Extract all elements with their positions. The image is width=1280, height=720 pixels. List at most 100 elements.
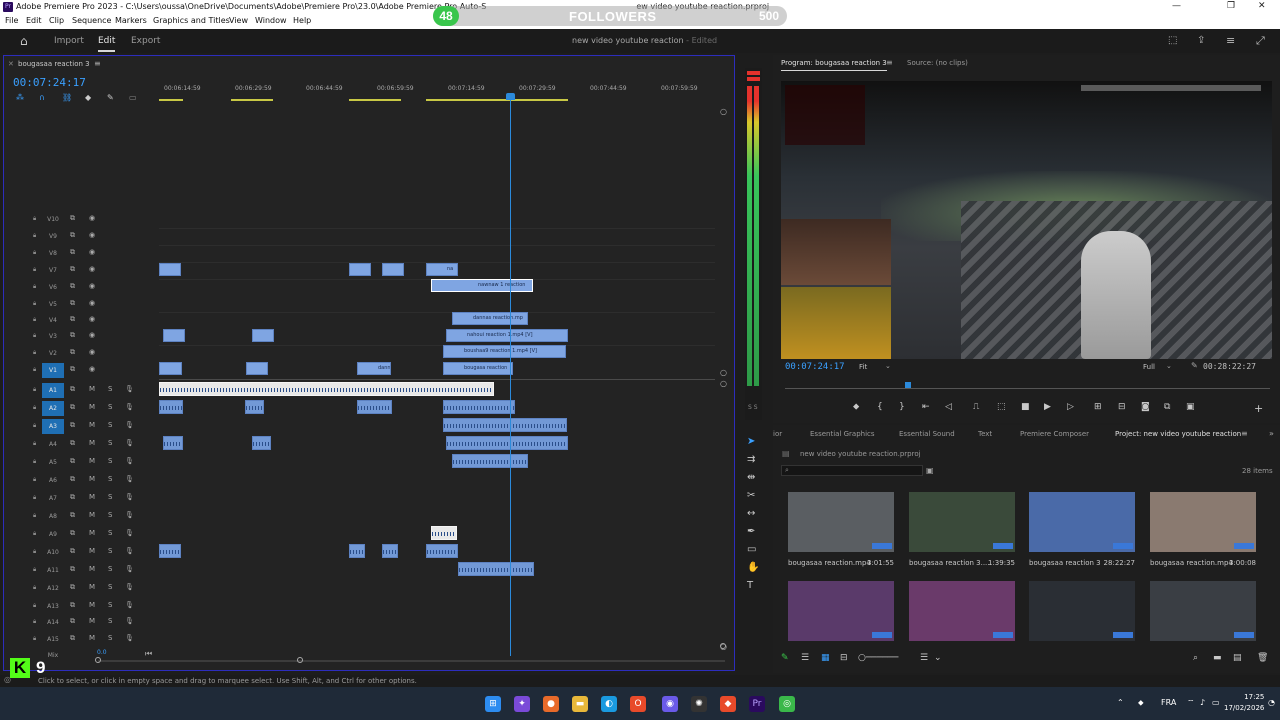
wrench-icon[interactable]: ✎ [107, 93, 114, 102]
solo-button[interactable]: S [108, 421, 112, 429]
sync-lock-icon[interactable]: ⧉ [70, 282, 75, 291]
lock-icon[interactable]: 🔒︎ [33, 458, 36, 466]
taskbar-clock[interactable]: 17:25 17/02/2026 [1224, 692, 1264, 714]
scroll-start-handle[interactable] [95, 657, 101, 663]
lock-icon[interactable]: 🔒︎ [33, 494, 36, 502]
mute-button[interactable]: M [89, 403, 95, 411]
add-marker-icon[interactable]: ⬥ [853, 402, 859, 412]
video-clip[interactable]: boushaa9 reaction 1.mp4 [V] [443, 345, 566, 358]
solo-button[interactable]: S [108, 475, 112, 483]
track-header-v8[interactable]: 🔒︎ V8 ⧉ ◉ [3, 245, 155, 262]
scroll-handle-icon[interactable]: ○ [720, 368, 727, 377]
chevron-down-icon[interactable]: ⌄ [885, 362, 891, 370]
audio-clip-selected[interactable] [159, 382, 494, 396]
overwrite-icon[interactable]: ⊟ [1118, 402, 1126, 412]
close-button[interactable]: ✕ [1258, 1, 1266, 11]
video-clip-selected[interactable]: nawnaw 1 reaction [431, 279, 533, 292]
video-clip[interactable] [382, 263, 404, 276]
nest-icon[interactable]: ⁂ [16, 93, 24, 102]
tab-essential-graphics[interactable]: Essential Graphics [810, 430, 875, 438]
icon-view-icon[interactable]: ▦ [821, 653, 830, 663]
solo-button[interactable]: S [108, 565, 112, 573]
chevron-down-icon[interactable]: ⌄ [934, 653, 942, 663]
maximize-button[interactable]: ❐ [1227, 1, 1235, 11]
track-header-v2[interactable]: 🔒︎ V2 ⧉ ◉ [3, 345, 155, 362]
slip-tool-icon[interactable]: ↔ [747, 508, 755, 519]
sync-lock-icon[interactable]: ⧉ [70, 331, 75, 340]
writable-pencil-icon[interactable]: ✎ [781, 653, 789, 663]
sync-lock-icon[interactable]: ⧉ [70, 403, 75, 412]
mute-button[interactable]: M [89, 565, 95, 573]
lock-icon[interactable]: 🔒︎ [33, 332, 36, 340]
audio-clip[interactable] [458, 562, 534, 576]
sync-lock-icon[interactable]: ⧉ [70, 529, 75, 538]
lock-icon[interactable]: 🔒︎ [33, 618, 36, 626]
thumbnail-name[interactable]: bougasaa reaction 3.... [909, 559, 990, 567]
panel-menu-icon[interactable]: ≡ [886, 58, 893, 67]
lock-icon[interactable]: 🔒︎ [33, 266, 36, 274]
microphone-icon[interactable]: 🎙︎ [125, 565, 134, 573]
sync-lock-icon[interactable]: ⧉ [70, 248, 75, 257]
track-header-a5[interactable]: 🔒︎ A5 ⧉ M S 🎙︎ [3, 454, 155, 471]
solo-button[interactable]: S [108, 547, 112, 555]
video-clip[interactable] [159, 263, 181, 276]
track-header-a1[interactable]: 🔒︎ A1 ⧉ M S 🎙︎ [3, 382, 155, 399]
mute-button[interactable]: M [89, 529, 95, 537]
notifications-icon[interactable]: ◔ [1268, 698, 1275, 707]
sync-lock-icon[interactable]: ⧉ [70, 385, 75, 394]
mute-button[interactable]: M [89, 385, 95, 393]
mute-button[interactable]: M [89, 511, 95, 519]
audio-clip[interactable] [426, 544, 458, 558]
mute-button[interactable]: M [89, 475, 95, 483]
audio-clip[interactable] [443, 400, 515, 414]
add-marker-icon[interactable]: ◆ [85, 93, 91, 102]
find-icon[interactable]: ⌕ [1193, 653, 1198, 663]
sync-lock-icon[interactable]: ⧉ [70, 617, 75, 626]
fullscreen-icon[interactable]: ⤢ [1256, 34, 1265, 48]
solo-button[interactable]: S [108, 601, 112, 609]
trash-icon[interactable]: 🗑︎ [1257, 653, 1268, 663]
file-explorer-icon[interactable]: ▬ [572, 696, 588, 712]
solo-button[interactable]: S [108, 583, 112, 591]
sequence-tab[interactable]: bougasaa reaction 3 [18, 60, 90, 68]
lock-icon[interactable]: 🔒︎ [33, 386, 36, 394]
track-header-a8[interactable]: 🔒︎ A8 ⧉ M S 🎙︎ [3, 508, 155, 525]
track-header-a14[interactable]: 🔒︎ A14 ⧉ M S 🎙︎ [3, 614, 155, 631]
hand-tool-icon[interactable]: ✋ [747, 562, 759, 573]
track-header-a3[interactable]: 🔒︎ A3 ⧉ M S 🎙︎ [3, 418, 155, 435]
sync-lock-icon[interactable]: ⧉ [70, 601, 75, 610]
edge-icon[interactable]: ◐ [601, 696, 617, 712]
tray-overflow-icon[interactable]: ⌃ [1117, 698, 1124, 707]
tab-export[interactable]: Export [131, 36, 160, 46]
video-clip[interactable]: na [426, 263, 458, 276]
mute-button[interactable]: M [89, 493, 95, 501]
lock-icon[interactable]: 🔒︎ [33, 584, 36, 592]
microphone-icon[interactable]: 🎙︎ [125, 439, 134, 447]
tab-import[interactable]: Import [54, 36, 84, 46]
video-clip[interactable]: bougasa reaction [443, 362, 513, 375]
project-thumbnail[interactable] [1029, 581, 1135, 641]
sort-icon[interactable]: ☰ [920, 653, 928, 663]
type-tool-icon[interactable]: T [747, 580, 753, 591]
tab-project[interactable]: Project: new video youtube reaction [1115, 430, 1241, 438]
new-bin-footer-icon[interactable]: ▬ [1213, 653, 1222, 663]
track-header-v3[interactable]: 🔒︎ V3 ⧉ ◉ [3, 328, 155, 345]
timeline-horizontal-scrollbar[interactable] [98, 660, 725, 662]
solo-button[interactable]: S [108, 439, 112, 447]
thumbnail-size-slider[interactable]: ○────── [858, 653, 898, 663]
track-header-v5[interactable]: 🔒︎ V5 ⧉ ◉ [3, 296, 155, 313]
mix-value[interactable]: 0.0 [97, 649, 107, 656]
copilot-icon[interactable]: ✦ [514, 696, 530, 712]
menu-markers[interactable]: Markers [115, 16, 147, 25]
eye-icon[interactable]: ◉ [89, 299, 95, 307]
scroll-end-handle[interactable] [297, 657, 303, 663]
track-header-a15[interactable]: 🔒︎ A15 ⧉ M S 🎙︎ [3, 631, 155, 648]
tab-premiere-composer[interactable]: Premiere Composer [1020, 430, 1089, 438]
freeform-view-icon[interactable]: ⊟ [840, 653, 848, 663]
mute-button[interactable]: M [89, 547, 95, 555]
microphone-icon[interactable]: 🎙︎ [125, 493, 134, 501]
mark-out-icon[interactable]: } [899, 402, 905, 412]
audio-clip[interactable] [349, 544, 365, 558]
program-monitor[interactable]: Program: bougasaa reaction 3 ≡ Source: (… [773, 55, 1280, 423]
program-scrub-bar[interactable] [785, 388, 1270, 389]
